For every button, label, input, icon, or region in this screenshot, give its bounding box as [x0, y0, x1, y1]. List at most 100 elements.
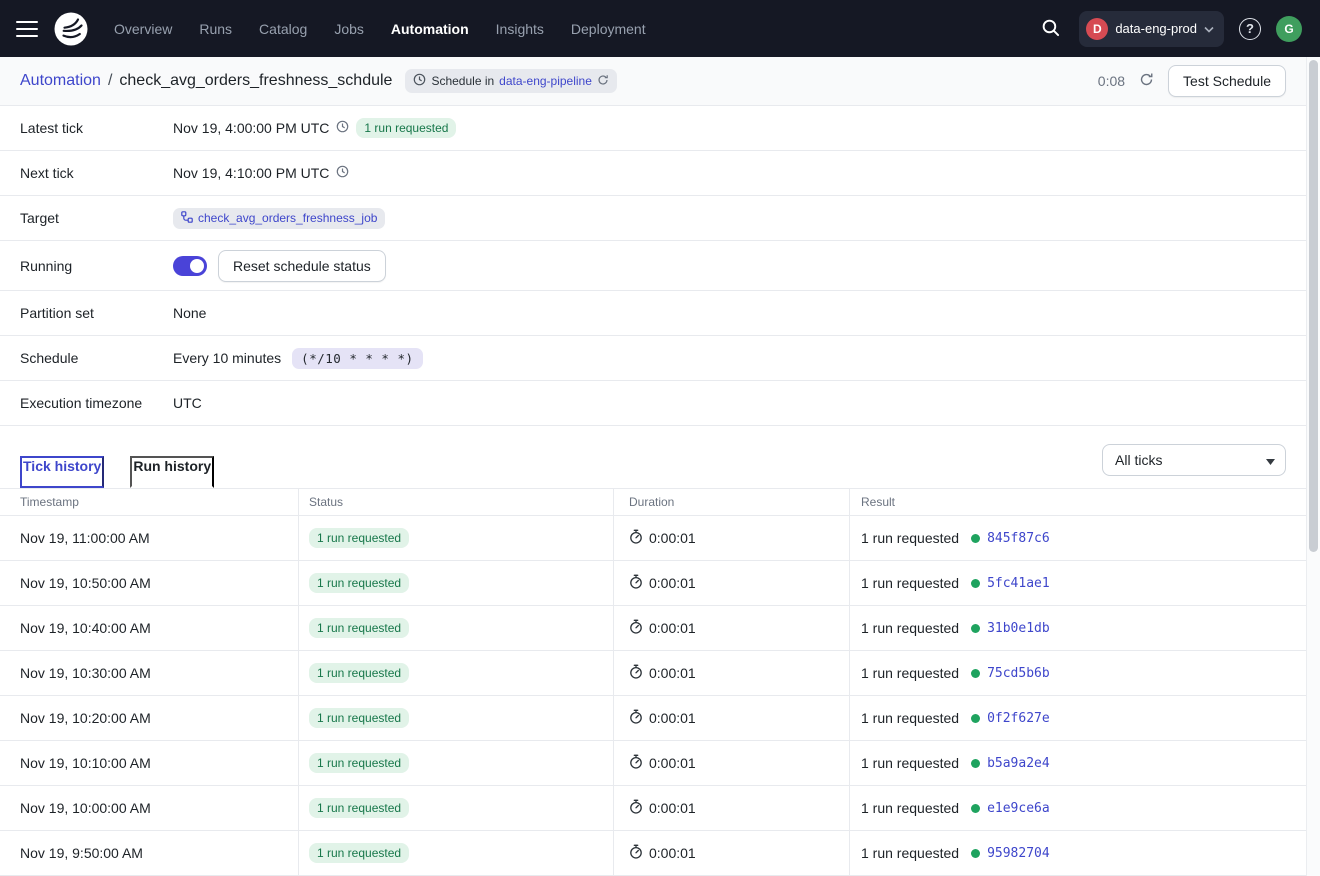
detail-label: Schedule	[20, 350, 173, 366]
detail-row-partition-set: Partition set None	[0, 291, 1306, 336]
tick-result-text: 1 run requested	[861, 620, 959, 636]
run-status-dot	[971, 804, 980, 813]
stopwatch-icon	[629, 709, 643, 727]
tick-timestamp: Nov 19, 10:20:00 AM	[20, 710, 151, 726]
tick-run-link[interactable]: 0f2f627e	[987, 711, 1050, 726]
dagster-logo	[52, 10, 90, 48]
detail-row-latest-tick: Latest tick Nov 19, 4:00:00 PM UTC 1 run…	[0, 106, 1306, 151]
chevron-down-icon	[1204, 21, 1214, 36]
target-job-chip[interactable]: check_avg_orders_freshness_job	[173, 208, 385, 229]
nav-item-insights[interactable]: Insights	[496, 21, 544, 37]
tick-row: Nov 19, 10:20:00 AM 1 run requested 0:00…	[0, 696, 1306, 741]
tab-run-history[interactable]: Run history	[130, 456, 214, 488]
tick-result-text: 1 run requested	[861, 800, 959, 816]
tick-duration-value: 0:00:01	[649, 575, 696, 591]
tick-status-badge: 1 run requested	[309, 528, 409, 548]
nav-item-catalog[interactable]: Catalog	[259, 21, 307, 37]
tick-run-link[interactable]: 31b0e1db	[987, 621, 1050, 636]
page-header: Automation / check_avg_orders_freshness_…	[0, 57, 1306, 106]
clock-icon	[336, 165, 349, 181]
reset-schedule-status-button[interactable]: Reset schedule status	[218, 250, 386, 282]
tick-duration-value: 0:00:01	[649, 530, 696, 546]
tick-result-text: 1 run requested	[861, 665, 959, 681]
scrollbar-thumb[interactable]	[1309, 60, 1318, 552]
tick-filter-value: All ticks	[1115, 452, 1162, 468]
header-actions: 0:08 Test Schedule	[1098, 65, 1286, 97]
pipeline-link[interactable]: data-eng-pipeline	[499, 74, 592, 88]
breadcrumb-automation-link[interactable]: Automation	[20, 72, 101, 90]
latest-tick-value: Nov 19, 4:00:00 PM UTC	[173, 120, 329, 136]
nav-links: Overview Runs Catalog Jobs Automation Insight…	[114, 21, 646, 37]
run-status-dot	[971, 759, 980, 768]
tick-history-table: Timestamp Status Duration Result Nov 19,…	[0, 488, 1306, 876]
nav-item-overview[interactable]: Overview	[114, 21, 172, 37]
tick-row: Nov 19, 10:30:00 AM 1 run requested 0:00…	[0, 651, 1306, 696]
tick-status-badge: 1 run requested	[309, 663, 409, 683]
nav-item-automation[interactable]: Automation	[391, 21, 469, 37]
run-status-dot	[971, 849, 980, 858]
tick-result-text: 1 run requested	[861, 710, 959, 726]
tick-run-link[interactable]: 5fc41ae1	[987, 576, 1050, 591]
stopwatch-icon	[629, 574, 643, 592]
tick-filter-select[interactable]: All ticks	[1102, 444, 1286, 476]
tick-duration-value: 0:00:01	[649, 800, 696, 816]
search-button[interactable]	[1037, 14, 1064, 44]
header-status: Status	[309, 495, 343, 509]
tick-row: Nov 19, 10:10:00 AM 1 run requested 0:00…	[0, 741, 1306, 786]
run-status-dot	[971, 669, 980, 678]
deployment-switcher[interactable]: D data-eng-prod	[1079, 11, 1224, 47]
tick-timestamp: Nov 19, 10:10:00 AM	[20, 755, 151, 771]
tick-status-badge: 1 run requested	[309, 708, 409, 728]
tick-run-link[interactable]: 845f87c6	[987, 531, 1050, 546]
tick-timestamp: Nov 19, 10:00:00 AM	[20, 800, 151, 816]
tick-row: Nov 19, 10:40:00 AM 1 run requested 0:00…	[0, 606, 1306, 651]
job-icon	[181, 211, 193, 226]
help-button[interactable]: ?	[1239, 18, 1261, 40]
tick-run-link[interactable]: e1e9ce6a	[987, 801, 1050, 816]
test-schedule-button[interactable]: Test Schedule	[1168, 65, 1286, 97]
running-toggle[interactable]	[173, 256, 207, 276]
menu-button[interactable]	[16, 21, 38, 37]
page-content: Automation / check_avg_orders_freshness_…	[0, 57, 1306, 876]
run-status-dot	[971, 714, 980, 723]
detail-row-schedule: Schedule Every 10 minutes (*/10 * * * *)	[0, 336, 1306, 381]
detail-label: Partition set	[20, 305, 173, 321]
tick-duration-value: 0:00:01	[649, 620, 696, 636]
tick-timestamp: Nov 19, 10:40:00 AM	[20, 620, 151, 636]
stopwatch-icon	[629, 754, 643, 772]
nav-item-jobs[interactable]: Jobs	[334, 21, 364, 37]
caret-down-icon	[1266, 452, 1275, 468]
tick-result-text: 1 run requested	[861, 755, 959, 771]
refresh-icon-small[interactable]	[597, 74, 609, 89]
cron-expression: (*/10 * * * *)	[292, 348, 422, 369]
tab-tick-history[interactable]: Tick history	[20, 456, 104, 488]
detail-row-running: Running Reset schedule status	[0, 241, 1306, 291]
timezone-value: UTC	[173, 395, 202, 411]
help-icon: ?	[1246, 21, 1254, 36]
target-job-name: check_avg_orders_freshness_job	[198, 211, 377, 225]
stopwatch-icon	[629, 664, 643, 682]
clock-icon	[413, 73, 426, 89]
tick-status-badge: 1 run requested	[309, 843, 409, 863]
refresh-button[interactable]	[1137, 70, 1156, 92]
tick-timestamp: Nov 19, 10:30:00 AM	[20, 665, 151, 681]
tick-run-link[interactable]: 95982704	[987, 846, 1050, 861]
detail-label: Execution timezone	[20, 395, 173, 411]
tick-status-badge: 1 run requested	[309, 573, 409, 593]
nav-item-deployment[interactable]: Deployment	[571, 21, 646, 37]
run-status-dot	[971, 534, 980, 543]
detail-row-timezone: Execution timezone UTC	[0, 381, 1306, 426]
header-result: Result	[861, 495, 895, 509]
tick-duration-value: 0:00:01	[649, 710, 696, 726]
tick-run-link[interactable]: 75cd5b6b	[987, 666, 1050, 681]
tick-status-badge: 1 run requested	[309, 753, 409, 773]
detail-label: Running	[20, 258, 173, 274]
nav-item-runs[interactable]: Runs	[199, 21, 232, 37]
detail-row-next-tick: Next tick Nov 19, 4:10:00 PM UTC	[0, 151, 1306, 196]
stopwatch-icon	[629, 799, 643, 817]
user-avatar[interactable]: G	[1276, 16, 1302, 42]
tick-run-link[interactable]: b5a9a2e4	[987, 756, 1050, 771]
history-tabs: Tick history Run history All ticks	[0, 426, 1306, 488]
tick-duration-value: 0:00:01	[649, 845, 696, 861]
nav-right: D data-eng-prod ? G	[1037, 11, 1302, 47]
